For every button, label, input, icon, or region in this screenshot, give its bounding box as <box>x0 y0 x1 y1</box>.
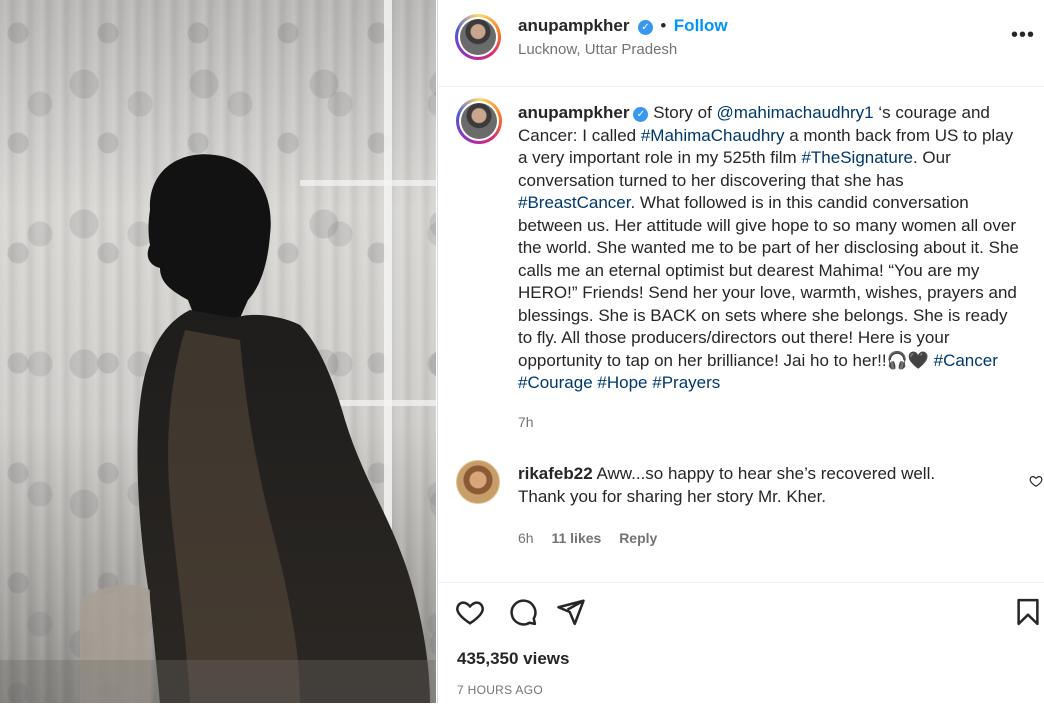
comment-avatar[interactable] <box>456 460 500 504</box>
comment-item: rikafeb22 Aww...so happy to hear she’s r… <box>456 460 1044 550</box>
hashtag-link[interactable]: #Prayers <box>652 373 720 392</box>
post-details-panel: anupampkher ✓ • Follow Lucknow, Uttar Pr… <box>437 0 1044 703</box>
comment-likes[interactable]: 11 likes <box>551 530 601 546</box>
hashtag-link[interactable]: #MahimaChaudhry <box>641 126 785 145</box>
caption-text: anupampkher ✓ Story of @mahimachaudhry1 ‘… <box>518 102 1023 395</box>
bookmark-icon[interactable] <box>1013 597 1043 627</box>
hashtag-link[interactable]: #BreastCancer <box>518 193 630 212</box>
separator-dot: • <box>660 16 667 35</box>
post-timestamp: 7 HOURS AGO <box>457 683 543 697</box>
caption-text-segment: . What followed is in this candid conver… <box>518 193 1019 370</box>
caption-text-segment: Story of <box>653 103 717 122</box>
mention-link[interactable]: @mahimachaudhry1 <box>717 103 874 122</box>
comment-username[interactable]: rikafeb22 <box>518 464 593 483</box>
comment-age: 6h <box>518 530 534 546</box>
reply-button[interactable]: Reply <box>619 530 657 546</box>
hashtag-link[interactable]: #Courage <box>518 373 593 392</box>
hashtag-link[interactable]: #Hope <box>597 373 647 392</box>
actions-bar: 435,350 views 7 HOURS AGO <box>438 582 1044 704</box>
avatar[interactable] <box>455 14 501 60</box>
hashtag-link[interactable]: #Cancer <box>934 351 998 370</box>
comment-icon[interactable] <box>508 597 538 627</box>
heart-icon[interactable] <box>455 597 485 627</box>
share-icon[interactable] <box>556 597 586 627</box>
post-header: anupampkher ✓ • Follow Lucknow, Uttar Pr… <box>438 0 1044 87</box>
username[interactable]: anupampkher <box>518 16 629 35</box>
caption-age: 7h <box>518 414 534 430</box>
more-options-icon[interactable]: ••• <box>1011 24 1035 47</box>
caption-avatar[interactable] <box>456 98 502 144</box>
verified-badge-icon: ✓ <box>637 20 653 35</box>
follow-button[interactable]: Follow <box>674 16 728 35</box>
hashtag-link[interactable]: #TheSignature <box>801 148 913 167</box>
caption-body: Story of @mahimachaudhry1 ‘s courage and… <box>518 103 1019 392</box>
caption-username[interactable]: anupampkher <box>518 103 629 122</box>
comment-text: rikafeb22 Aww...so happy to hear she’s r… <box>518 462 958 508</box>
verified-badge-icon: ✓ <box>633 107 649 122</box>
person-silhouette <box>0 154 436 703</box>
view-count[interactable]: 435,350 views <box>457 649 569 669</box>
post-image[interactable] <box>0 0 436 703</box>
location-link[interactable]: Lucknow, Uttar Pradesh <box>518 41 677 58</box>
comment-meta: 6h 11 likes Reply <box>518 530 671 546</box>
comment-like-heart-icon[interactable] <box>1029 474 1043 488</box>
